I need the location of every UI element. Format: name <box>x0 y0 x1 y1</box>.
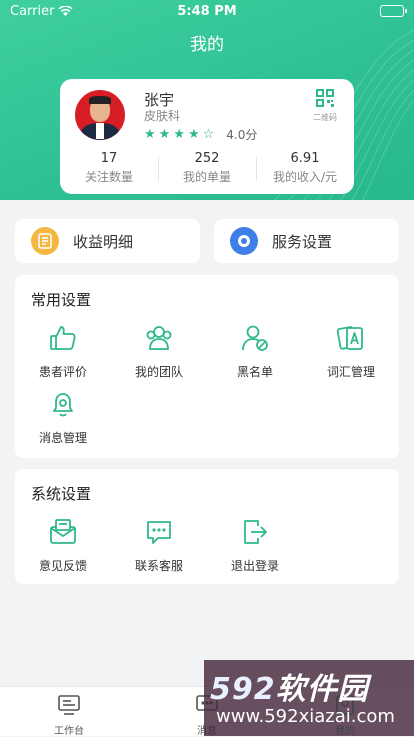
profile-card[interactable]: 张宇 皮肤科 二维码 ★ ★ ★ ★ ☆ 4.0分 17 关注数量 252 我的… <box>60 79 354 194</box>
stat-followers[interactable]: 17 关注数量 <box>60 151 158 185</box>
star-empty-icon: ☆ <box>202 127 215 142</box>
monitor-icon <box>58 695 80 715</box>
stat-value: 252 <box>194 151 220 166</box>
qr-code-label: 二维码 <box>313 113 337 122</box>
watermark-overlay: 592软件园 www.592xiazai.com <box>204 660 414 736</box>
contact-support-item[interactable]: 联系客服 <box>111 517 207 574</box>
feedback-item[interactable]: 意见反馈 <box>15 517 111 574</box>
status-time: 5:48 PM <box>177 3 237 19</box>
income-details-button[interactable]: 收益明细 <box>15 219 200 263</box>
feedback-mail-icon <box>50 519 76 544</box>
star-filled-icon: ★ <box>173 127 185 142</box>
service-settings-button[interactable]: 服务设置 <box>214 219 399 263</box>
avatar[interactable] <box>75 90 125 140</box>
watermark-brand: 592软件园 <box>210 664 369 708</box>
my-team-item[interactable]: 我的团队 <box>111 323 207 380</box>
message-management-item[interactable]: 消息管理 <box>15 389 111 446</box>
income-list-icon <box>31 227 59 255</box>
item-label: 我的团队 <box>134 365 183 379</box>
item-label: 患者评价 <box>38 365 87 379</box>
stat-income[interactable]: 6.91 我的收入/元 <box>256 151 354 185</box>
item-label: 联系客服 <box>134 559 183 573</box>
watermark-text: 软件园 <box>275 672 369 707</box>
vocabulary-cards-icon <box>336 326 363 350</box>
star-filled-icon: ★ <box>158 127 171 142</box>
bell-settings-icon <box>53 393 73 417</box>
patient-reviews-item[interactable]: 患者评价 <box>15 323 111 380</box>
stat-label: 我的收入/元 <box>272 170 338 184</box>
star-filled-icon: ★ <box>144 127 156 142</box>
stat-label: 我的单量 <box>182 170 231 184</box>
stat-label: 关注数量 <box>84 170 133 184</box>
rating-text: 4.0分 <box>226 128 258 142</box>
vocabulary-management-item[interactable]: 词汇管理 <box>303 323 399 380</box>
tab-workbench[interactable]: 工作台 <box>0 687 138 737</box>
item-label: 意见反馈 <box>38 559 87 573</box>
department: 皮肤科 <box>144 109 181 123</box>
page-title: 我的 <box>190 35 224 55</box>
status-bar: Carrier 5:48 PM <box>0 0 414 22</box>
watermark-number: 592 <box>210 672 276 707</box>
watermark-url: www.592xiazai.com <box>216 706 395 727</box>
qr-code-button[interactable]: 二维码 <box>308 89 342 123</box>
stat-value: 17 <box>100 151 118 166</box>
service-settings-icon <box>230 227 258 255</box>
stats-row: 17 关注数量 252 我的单量 6.91 我的收入/元 <box>60 151 354 185</box>
battery-icon <box>380 5 407 17</box>
common-settings-section: 常用设置 患者评价 我的团队 黑名单 词汇管理 消息管理 <box>15 275 399 458</box>
section-title: 常用设置 <box>31 291 92 309</box>
logout-item[interactable]: 退出登录 <box>207 517 303 574</box>
tab-label: 工作台 <box>54 726 84 737</box>
qr-code-icon <box>316 89 334 107</box>
chat-bubble-icon <box>147 521 171 544</box>
quick-actions: 收益明细 服务设置 <box>15 219 399 263</box>
service-settings-label: 服务设置 <box>272 232 333 251</box>
blacklist-item[interactable]: 黑名单 <box>207 323 303 380</box>
system-settings-section: 系统设置 意见反馈 联系客服 退出登录 <box>15 469 399 584</box>
stat-value: 6.91 <box>290 151 320 166</box>
item-label: 词汇管理 <box>326 365 375 379</box>
item-label: 黑名单 <box>236 365 273 379</box>
logout-icon <box>244 520 267 544</box>
team-icon <box>146 326 172 350</box>
income-details-label: 收益明细 <box>73 232 134 251</box>
user-blocked-icon <box>242 325 268 351</box>
star-filled-icon: ★ <box>187 127 200 142</box>
item-label: 退出登录 <box>230 559 279 573</box>
section-title: 系统设置 <box>31 485 92 503</box>
star-rating: ★ ★ ★ ★ ☆ 4.0分 <box>144 126 257 143</box>
thumbs-up-icon <box>50 326 76 350</box>
stat-orders[interactable]: 252 我的单量 <box>158 151 256 185</box>
item-label: 消息管理 <box>38 431 87 445</box>
